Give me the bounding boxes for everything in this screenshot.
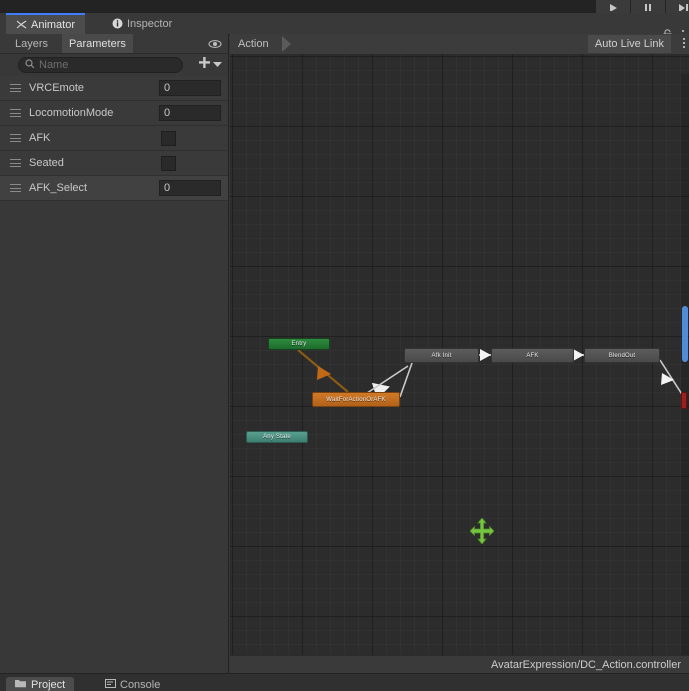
parameter-name: AFK_Select — [29, 182, 88, 194]
play-button[interactable] — [596, 0, 630, 13]
tab-animator-label: Animator — [31, 18, 76, 31]
tab-console[interactable]: Console — [96, 677, 169, 691]
pause-button[interactable] — [631, 0, 665, 13]
table-row[interactable]: AFK — [0, 126, 228, 151]
state-machine-canvas[interactable]: Entry Any State WaitForActionOrAFK Afk I… — [230, 54, 689, 674]
parameter-name: LocomotionMode — [29, 107, 114, 119]
breadcrumb-arrow-icon — [282, 36, 291, 52]
graph-vertical-scrollbar[interactable] — [681, 74, 689, 674]
state-node-afk[interactable]: AFK — [491, 348, 574, 363]
step-button[interactable] — [666, 0, 689, 13]
transition-layer — [297, 349, 686, 400]
table-row[interactable]: LocomotionMode — [0, 101, 228, 126]
tab-console-label: Console — [120, 679, 161, 691]
eye-icon[interactable] — [208, 37, 222, 50]
tab-inspector-label: Inspector — [127, 17, 173, 30]
bottom-dock-tabbar: Project Console — [0, 673, 689, 691]
add-parameter-button[interactable] — [198, 56, 222, 72]
state-node-label: Afk Init — [431, 352, 452, 359]
graph-status-bar: AvatarExpression/DC_Action.controller — [230, 655, 689, 674]
parameter-value[interactable] — [159, 80, 221, 96]
layers-parameters-tabbar: Layers Parameters — [0, 34, 228, 54]
drag-handle-icon[interactable] — [10, 159, 21, 167]
tab-parameters-label: Parameters — [69, 37, 126, 50]
animator-graph-panel: Action Auto Live Link Entry Any State Wa… — [230, 34, 689, 674]
console-icon — [105, 679, 116, 691]
animator-left-panel: Layers Parameters Name VRCEmote 0 Locomo… — [0, 34, 229, 674]
state-node-label: AFK — [526, 352, 539, 359]
search-field[interactable] — [18, 57, 183, 73]
chevron-down-icon — [213, 58, 222, 70]
tab-project-label: Project — [31, 679, 66, 691]
drag-handle-icon[interactable] — [10, 84, 21, 92]
parameter-int-field[interactable] — [159, 80, 221, 96]
state-node-any-state[interactable]: Any State — [246, 431, 308, 443]
parameter-name: VRCEmote — [29, 82, 85, 94]
auto-live-link-label: Auto Live Link — [594, 38, 664, 50]
parameter-name: Seated — [29, 157, 64, 169]
breadcrumb-label: Action — [238, 38, 269, 50]
table-row[interactable]: VRCEmote — [0, 76, 228, 101]
animator-icon — [16, 19, 27, 30]
state-node-label: Any State — [263, 434, 291, 440]
state-node-label: Entry — [291, 341, 307, 347]
tab-layers[interactable]: Layers — [8, 34, 55, 53]
playmode-controls — [596, 0, 689, 13]
tab-animator[interactable]: Animator — [6, 13, 86, 34]
folder-icon — [15, 679, 27, 691]
parameter-list: VRCEmote LocomotionMode AFK Seated — [0, 76, 228, 201]
parameter-int-field[interactable] — [159, 105, 221, 121]
parameter-int-field[interactable] — [159, 180, 221, 196]
graph-scrollbar-thumb[interactable] — [682, 306, 688, 362]
drag-handle-icon[interactable] — [10, 184, 21, 192]
parameter-search-row — [0, 54, 228, 76]
tab-inspector[interactable]: Inspector — [102, 13, 182, 34]
search-input[interactable] — [39, 59, 169, 71]
window-tab-bar: Animator Inspector — [0, 13, 689, 41]
plus-icon — [198, 56, 211, 72]
parameter-bool-checkbox[interactable] — [161, 130, 176, 146]
state-node-afk-init[interactable]: Afk Init — [404, 348, 479, 363]
tab-project[interactable]: Project — [6, 677, 75, 691]
auto-live-link-button[interactable]: Auto Live Link — [587, 35, 671, 53]
table-row[interactable]: Seated — [0, 151, 228, 176]
breadcrumb[interactable]: Action — [238, 34, 269, 54]
graph-menu-icon[interactable] — [683, 38, 685, 48]
parameter-value[interactable] — [159, 180, 221, 196]
tab-layers-label: Layers — [15, 37, 49, 50]
parameter-bool-checkbox[interactable] — [161, 155, 176, 171]
state-node-blendout[interactable]: BlendOut — [584, 348, 660, 363]
breadcrumb-bar: Action Auto Live Link — [230, 34, 689, 55]
table-row[interactable]: AFK_Select — [0, 176, 228, 201]
parameter-name: AFK — [29, 132, 51, 144]
unity-editor-window: Animator Inspector Layers Parameters Nam… — [0, 0, 689, 691]
state-node-wait-for-action-or-afk[interactable]: WaitForActionOrAFK — [312, 392, 400, 407]
state-node-label: WaitForActionOrAFK — [326, 396, 386, 403]
search-icon — [25, 58, 35, 72]
parameter-value[interactable] — [159, 105, 221, 121]
editor-top-toolbar — [0, 0, 689, 13]
drag-handle-icon[interactable] — [10, 109, 21, 117]
drag-handle-icon[interactable] — [10, 134, 21, 142]
move-gizmo-icon[interactable] — [469, 517, 495, 545]
tab-parameters[interactable]: Parameters — [62, 34, 133, 53]
info-icon — [112, 18, 123, 29]
state-node-entry[interactable]: Entry — [268, 338, 330, 350]
controller-path: AvatarExpression/DC_Action.controller — [491, 659, 681, 671]
state-node-label: BlendOut — [608, 352, 636, 359]
